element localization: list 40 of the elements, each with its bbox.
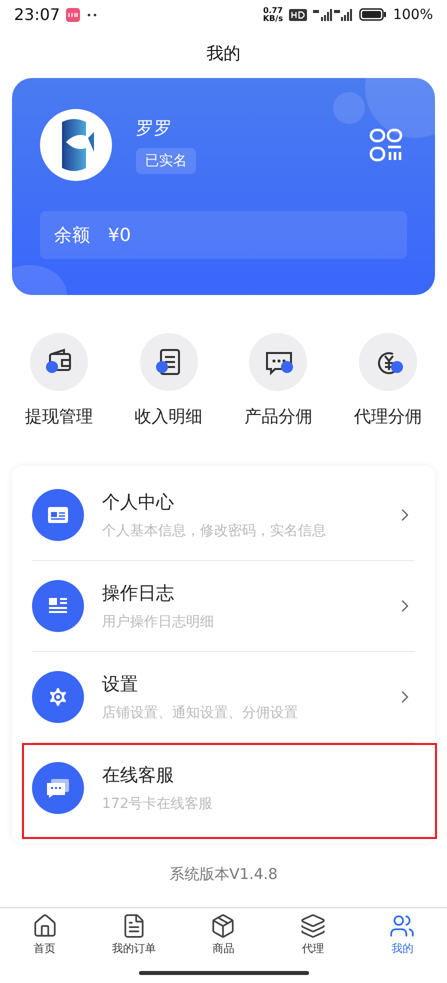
user-name: 罗罗 bbox=[136, 117, 172, 140]
battery-percent: 100% bbox=[392, 6, 433, 23]
menu-title: 设置 bbox=[102, 672, 139, 696]
page-title: 我的 bbox=[206, 43, 240, 66]
menu-item[interactable]: 在线客服 172号卡在线客服 bbox=[22, 742, 437, 839]
menu-item[interactable]: 设置 店铺设置、通知设置、分佣设置 bbox=[32, 652, 415, 743]
quick-action[interactable]: 提现管理 bbox=[4, 332, 114, 428]
tab-bar-item[interactable]: 代理 bbox=[268, 908, 358, 962]
hd-icon bbox=[288, 8, 307, 21]
layers-icon bbox=[300, 913, 326, 940]
menu-subtitle: 用户操作日志明细 bbox=[102, 612, 215, 631]
menu-subtitle: 店铺设置、通知设置、分佣设置 bbox=[102, 704, 299, 722]
version-text: 系统版本V1.4.8 bbox=[169, 865, 278, 884]
quick-action[interactable]: 代理分佣 bbox=[333, 332, 443, 428]
verified-badge: 已实名 bbox=[136, 148, 196, 174]
tab-bar-item[interactable]: 商品 bbox=[178, 908, 268, 962]
balance-label: 余额 bbox=[54, 224, 90, 248]
menu-title: 个人中心 bbox=[102, 490, 175, 514]
quick-action[interactable]: 产品分佣 bbox=[224, 332, 334, 428]
tab-bar-item[interactable]: 我的 bbox=[358, 908, 447, 962]
tab-bar-item[interactable]: 首页 bbox=[0, 908, 90, 962]
menu-title: 在线客服 bbox=[102, 764, 175, 787]
status-time: 23:07 bbox=[14, 5, 60, 24]
signal-icon bbox=[312, 8, 353, 21]
users-icon bbox=[389, 913, 416, 940]
quick-action[interactable]: 收入明细 bbox=[114, 332, 224, 428]
app-notification-icon bbox=[66, 8, 80, 22]
menu-subtitle: 172号卡在线客服 bbox=[102, 794, 214, 813]
more-dots-icon bbox=[86, 12, 98, 17]
home-icon bbox=[32, 913, 58, 940]
box-icon bbox=[210, 913, 236, 940]
battery-icon bbox=[358, 8, 387, 22]
network-speed: 0.77 KB/s bbox=[262, 6, 283, 23]
menu-subtitle: 个人基本信息，修改密码，实名信息 bbox=[102, 522, 327, 540]
tab-bar-item[interactable]: 我的订单 bbox=[89, 908, 179, 962]
balance-amount: ¥0 bbox=[108, 224, 131, 246]
qr-code-icon[interactable] bbox=[369, 128, 403, 162]
menu-item[interactable]: 操作日志 用户操作日志明细 bbox=[32, 560, 415, 652]
menu-title: 操作日志 bbox=[102, 582, 175, 605]
menu-item[interactable]: 个人中心 个人基本信息，修改密码，实名信息 bbox=[32, 470, 415, 561]
